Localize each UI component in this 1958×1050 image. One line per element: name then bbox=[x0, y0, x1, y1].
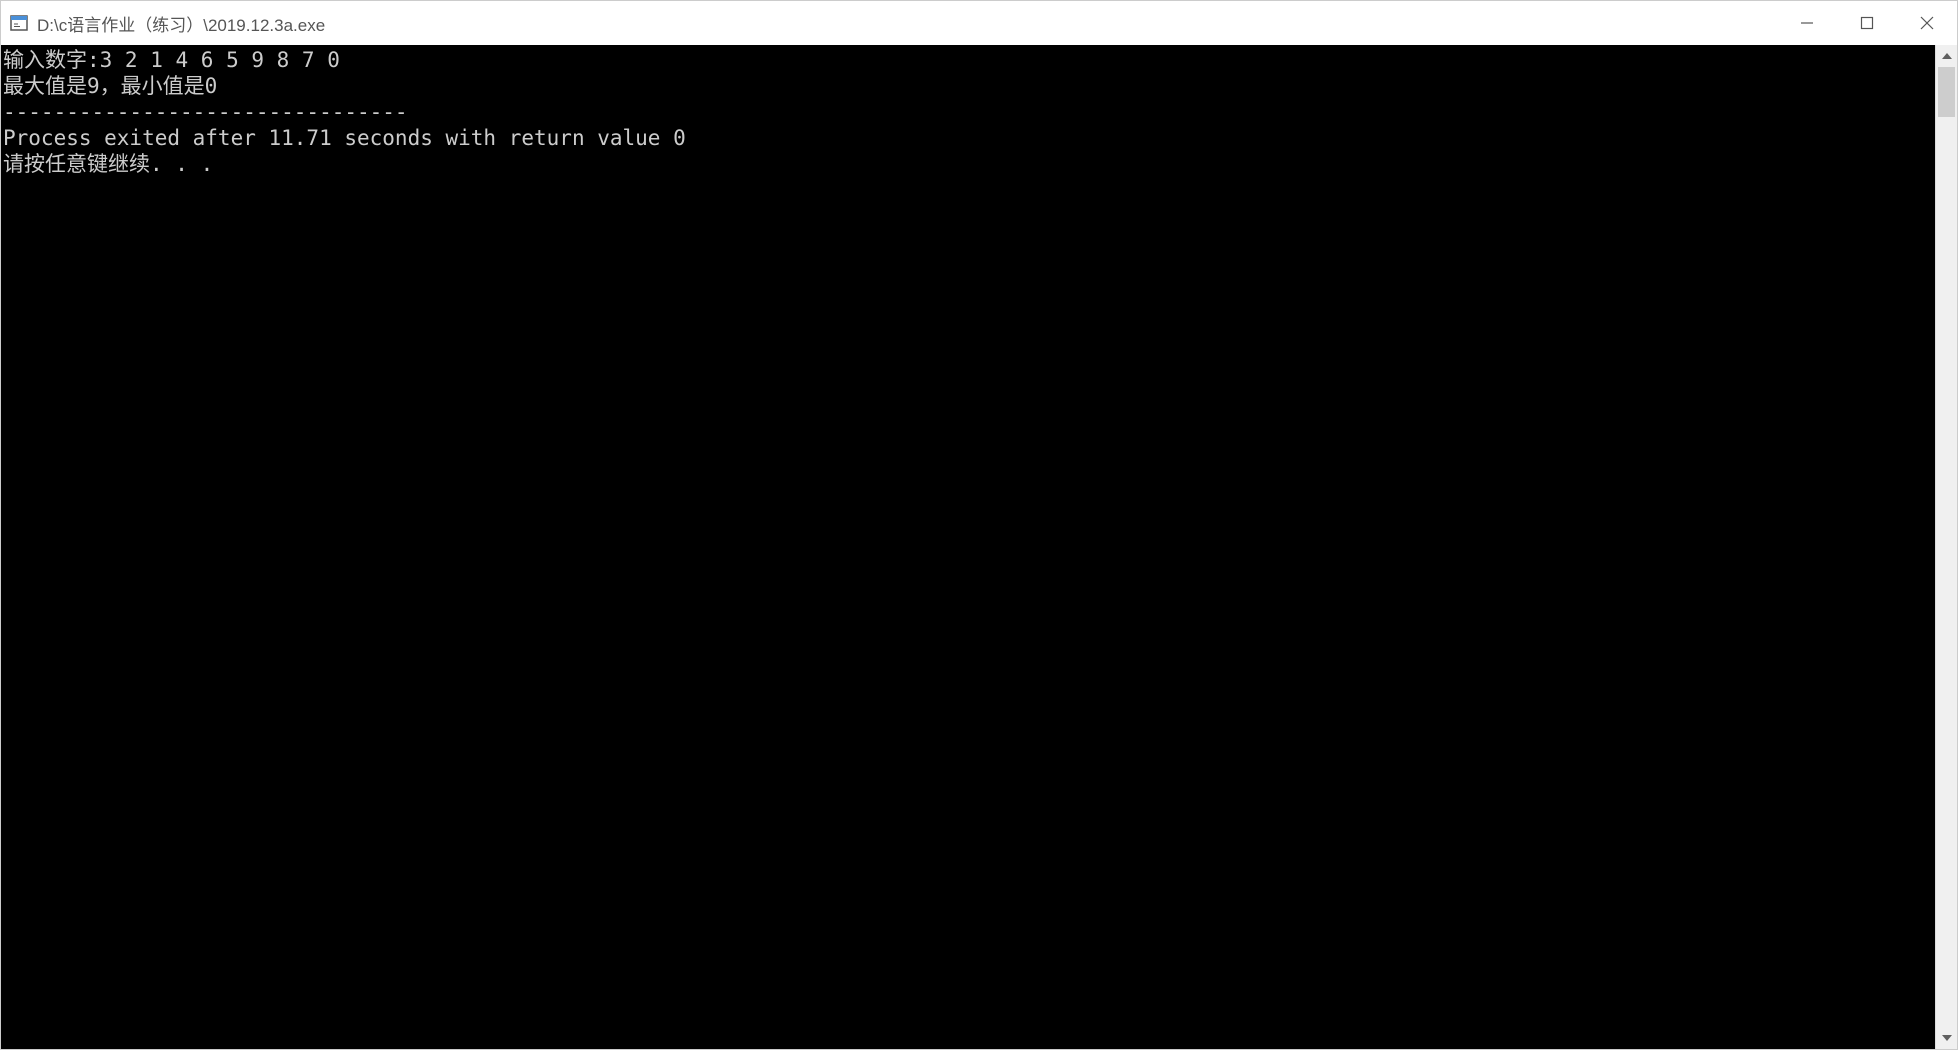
console-window: D:\c语言作业（练习）\2019.12.3a.exe 输入数字:3 2 1 4… bbox=[0, 0, 1958, 1050]
window-controls bbox=[1777, 1, 1957, 45]
scroll-up-button[interactable] bbox=[1936, 45, 1957, 67]
minimize-button[interactable] bbox=[1777, 1, 1837, 45]
console-line: -------------------------------- bbox=[3, 100, 408, 124]
close-button[interactable] bbox=[1897, 1, 1957, 45]
console-line: 最大值是9，最小值是0 bbox=[3, 74, 217, 98]
app-icon bbox=[9, 13, 29, 33]
window-title: D:\c语言作业（练习）\2019.12.3a.exe bbox=[37, 11, 1777, 36]
scrollbar-track[interactable] bbox=[1936, 67, 1957, 1027]
maximize-button[interactable] bbox=[1837, 1, 1897, 45]
scrollbar-thumb[interactable] bbox=[1938, 67, 1955, 117]
titlebar[interactable]: D:\c语言作业（练习）\2019.12.3a.exe bbox=[1, 1, 1957, 45]
content-wrapper: 输入数字:3 2 1 4 6 5 9 8 7 0 最大值是9，最小值是0 ---… bbox=[1, 45, 1957, 1049]
console-line: 输入数字:3 2 1 4 6 5 9 8 7 0 bbox=[3, 48, 340, 72]
scroll-down-button[interactable] bbox=[1936, 1027, 1957, 1049]
console-line: Process exited after 11.71 seconds with … bbox=[3, 126, 686, 150]
vertical-scrollbar[interactable] bbox=[1935, 45, 1957, 1049]
console-line: 请按任意键继续. . . bbox=[3, 152, 213, 176]
console-output[interactable]: 输入数字:3 2 1 4 6 5 9 8 7 0 最大值是9，最小值是0 ---… bbox=[1, 45, 1935, 1049]
